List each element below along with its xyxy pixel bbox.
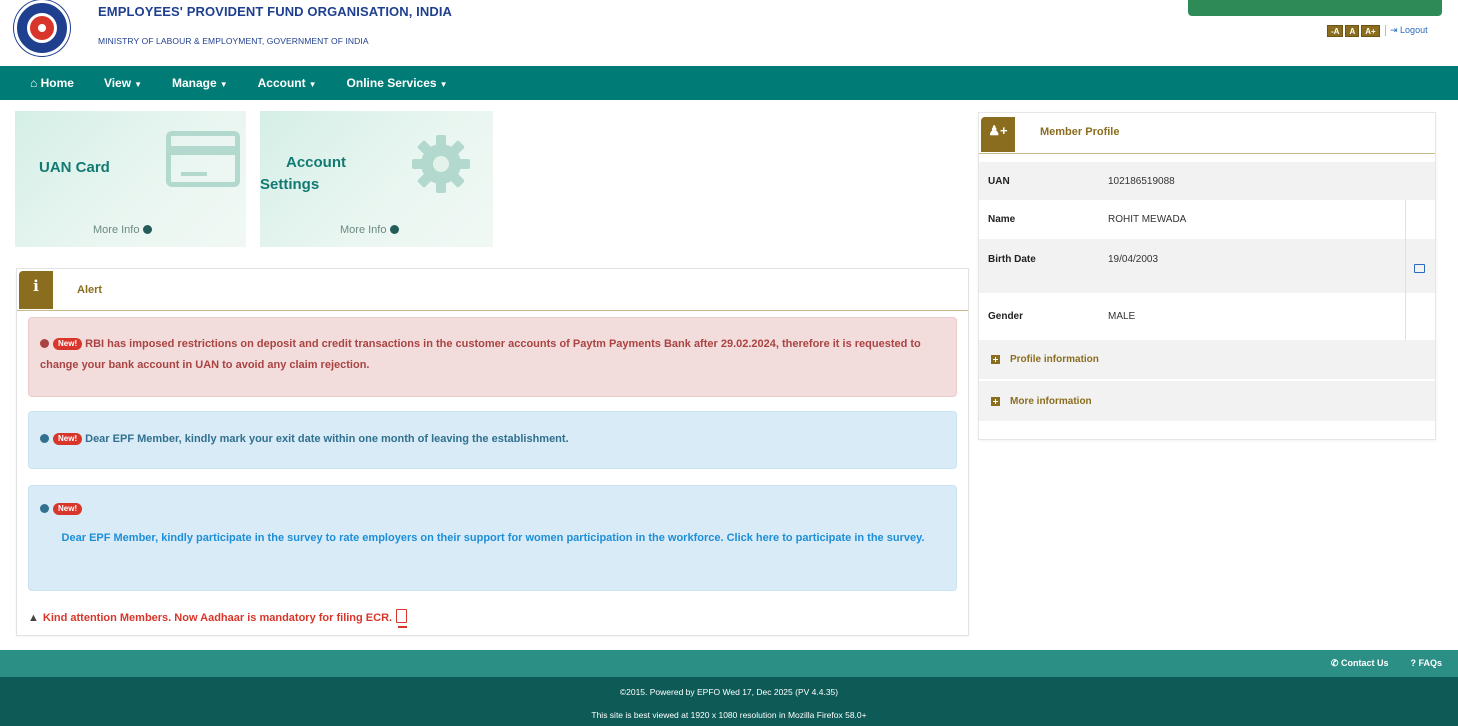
font-decrease-button[interactable]: -A bbox=[1327, 25, 1344, 37]
profile-information-toggle[interactable]: Profile information bbox=[979, 340, 1435, 380]
font-increase-button[interactable]: A+ bbox=[1361, 25, 1380, 37]
edit-icon[interactable] bbox=[1414, 264, 1425, 273]
font-size-controls: -A A A+ bbox=[1327, 25, 1380, 37]
alert-panel: i Alert New! RBI has imposed restrictions… bbox=[16, 268, 969, 636]
arrow-circle-icon bbox=[143, 225, 153, 234]
account-settings-tile[interactable]: Account Settings More Info bbox=[260, 111, 493, 247]
site-header: EMPLOYEES' PROVIDENT FUND ORGANISATION, … bbox=[0, 0, 1458, 66]
member-profile-title: Member Profile bbox=[1040, 126, 1120, 138]
uan-card-title: UAN Card bbox=[39, 159, 110, 176]
alert-title: Alert bbox=[77, 284, 103, 296]
site-footer: ©2015. Powered by EPFO Wed 17, Dec 2025 … bbox=[0, 677, 1458, 726]
arrow-circle-icon bbox=[390, 225, 400, 234]
contact-us-link[interactable]: ✆ Contact Us bbox=[1331, 658, 1389, 669]
nav-online-services[interactable]: Online Services ▼ bbox=[347, 76, 448, 90]
caret-down-icon: ▼ bbox=[134, 80, 142, 89]
org-name: EMPLOYEES' PROVIDENT FUND ORGANISATION, … bbox=[98, 4, 453, 19]
account-settings-title-line2: Settings bbox=[260, 176, 320, 193]
caret-down-icon: ▼ bbox=[219, 80, 228, 89]
nav-view[interactable]: View ▼ bbox=[104, 76, 142, 90]
info-circle-icon bbox=[40, 339, 49, 348]
aadhaar-notice: ▲ Kind attention Members. Now Aadhaar is … bbox=[28, 609, 408, 628]
profile-row-name: Name ROHIT MEWADA bbox=[979, 200, 1435, 239]
alert-header: i Alert bbox=[17, 269, 968, 311]
info-circle-icon bbox=[40, 504, 49, 513]
caret-down-icon: ▼ bbox=[308, 80, 317, 89]
gear-icon bbox=[412, 135, 470, 193]
home-icon: ⌂ bbox=[30, 76, 41, 90]
uan-card-more-info[interactable]: More Info bbox=[93, 224, 153, 236]
info-icon: i bbox=[19, 271, 53, 309]
epfo-logo bbox=[14, 0, 70, 56]
alert-message-exit-date: New! Dear EPF Member, kindly mark your ex… bbox=[28, 411, 957, 469]
bell-icon: ▲ bbox=[28, 612, 39, 624]
more-information-toggle[interactable]: More information bbox=[979, 381, 1435, 421]
profile-row-gender: Gender MALE bbox=[979, 293, 1435, 340]
font-normal-button[interactable]: A bbox=[1345, 25, 1360, 37]
nav-account[interactable]: Account ▼ bbox=[258, 76, 317, 90]
main-navbar: ⌂ Home View ▼ Manage ▼ Account ▼ Online Ser… bbox=[0, 66, 1458, 100]
ministry-name: MINISTRY OF LABOUR & EMPLOYMENT, GOVERNM… bbox=[98, 36, 369, 46]
name-value: ROHIT MEWADA bbox=[1108, 214, 1187, 225]
new-badge: New! bbox=[53, 503, 83, 515]
account-settings-more-info[interactable]: More Info bbox=[340, 224, 400, 236]
profile-row-uan: UAN 102186519088 bbox=[979, 162, 1435, 200]
birth-date-value: 19/04/2003 bbox=[1108, 254, 1159, 265]
nav-manage[interactable]: Manage ▼ bbox=[172, 76, 228, 90]
nav-home[interactable]: ⌂ Home bbox=[30, 76, 74, 90]
profile-row-birth-date: Birth Date 19/04/2003 bbox=[979, 239, 1435, 293]
account-settings-title-line1: Account bbox=[286, 154, 346, 171]
pdf-icon[interactable] bbox=[396, 609, 408, 628]
logout-icon: ⇥ bbox=[1390, 25, 1401, 35]
gender-value: MALE bbox=[1108, 311, 1136, 322]
top-banner-strip bbox=[1188, 0, 1442, 16]
logout-link[interactable]: ⇥ Logout bbox=[1385, 25, 1428, 36]
footer-links-bar: ✆ Contact Us ? FAQs bbox=[0, 650, 1458, 677]
member-profile-panel: ♟+ Member Profile UAN 102186519088 Name … bbox=[978, 112, 1436, 440]
uan-value: 102186519088 bbox=[1108, 175, 1175, 187]
powered-by-text: ©2015. Powered by EPFO Wed 17, Dec 2025 … bbox=[619, 687, 839, 697]
plus-square-icon bbox=[991, 355, 1000, 364]
faqs-link[interactable]: ? FAQs bbox=[1410, 658, 1442, 669]
info-circle-icon bbox=[40, 434, 49, 443]
alert-message-paytm: New! RBI has imposed restrictions on depo… bbox=[28, 317, 957, 397]
edit-column bbox=[1405, 200, 1435, 340]
survey-link[interactable]: Dear EPF Member, kindly participate in t… bbox=[62, 532, 925, 544]
caret-down-icon: ▼ bbox=[439, 80, 448, 89]
id-card-icon bbox=[166, 131, 240, 187]
plus-square-icon bbox=[991, 396, 1000, 406]
uan-card-tile[interactable]: UAN Card More Info bbox=[15, 111, 246, 247]
new-badge: New! bbox=[53, 338, 83, 350]
best-viewed-text: This site is best viewed at 1920 x 1080 … bbox=[591, 710, 867, 720]
member-profile-header: ♟+ Member Profile bbox=[979, 113, 1435, 154]
new-badge: New! bbox=[53, 433, 83, 445]
phone-icon: ✆ bbox=[1330, 658, 1341, 668]
alert-message-survey: New! Dear EPF Member, kindly participate… bbox=[28, 485, 957, 591]
user-plus-icon: ♟+ bbox=[981, 117, 1015, 152]
